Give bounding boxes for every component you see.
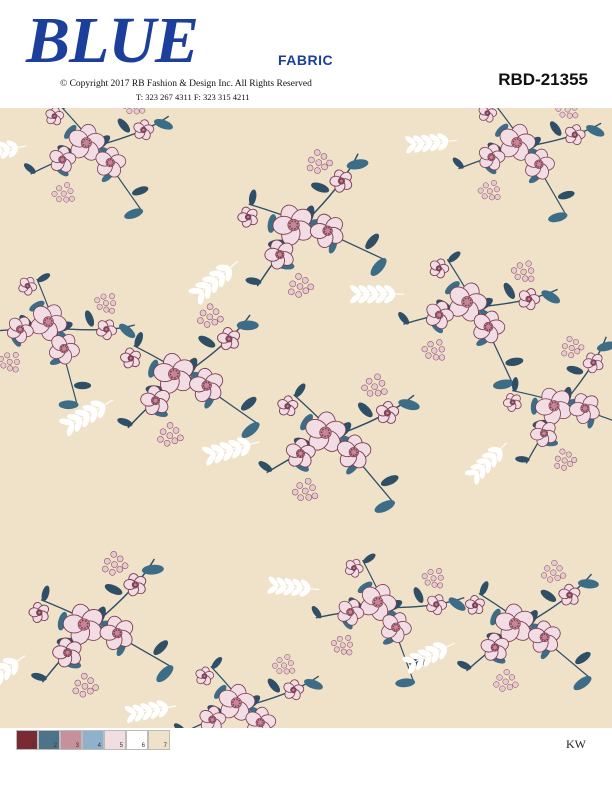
brand-name: BLUE <box>26 4 199 77</box>
swatch-number: 2 <box>53 743 57 749</box>
swatch-number: 7 <box>163 743 167 749</box>
swatch-6: 6 <box>126 730 148 750</box>
phone-text: T: 323 267 4311 F: 323 315 4211 <box>136 92 250 102</box>
swatch-number: 5 <box>119 743 123 749</box>
brand-sub: FABRIC <box>278 52 334 68</box>
copyright-text: © Copyright 2017 RB Fashion & Design Inc… <box>60 79 312 89</box>
swatch-4: 4 <box>82 730 104 750</box>
swatch-number: 6 <box>141 743 145 749</box>
swatch-7: 7 <box>148 730 170 750</box>
swatch-5: 5 <box>104 730 126 750</box>
brand-logo: BLUE FABRIC © Copyright 2017 RB Fashion … <box>20 4 360 103</box>
designer-initials: KW <box>566 737 586 751</box>
swatch-number: 3 <box>75 743 79 749</box>
swatch-number: 1 <box>31 743 35 749</box>
floral-pattern <box>0 108 612 728</box>
swatch-2: 2 <box>38 730 60 750</box>
design-code: RBD-21355 <box>498 70 588 89</box>
color-swatches: 1 2 3 4 5 6 7 <box>16 730 170 750</box>
swatch-number: 4 <box>97 743 101 749</box>
swatch-3: 3 <box>60 730 82 750</box>
swatch-1: 1 <box>16 730 38 750</box>
floral-pattern-artwork <box>0 108 612 728</box>
